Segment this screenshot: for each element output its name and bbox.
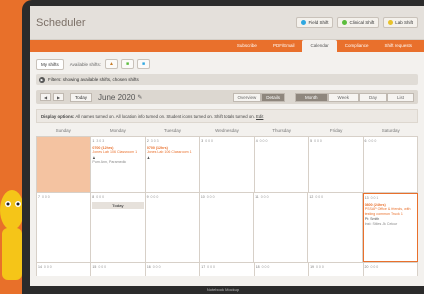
day-cell[interactable]: 18 0 0 0 (254, 263, 310, 276)
day-cell[interactable]: 20 0 0 0 (363, 263, 418, 276)
dow-label: Saturday (381, 128, 400, 133)
day-cell[interactable]: 14 0 0 0 (36, 263, 92, 276)
day-cell[interactable]: 11 0 0 0 (254, 193, 309, 262)
view-mode-toggle: Overview Details (232, 92, 286, 102)
available-shifts-label: Available shifts: (69, 61, 101, 67)
shift-card[interactable]: 0700 (12hrs) Jones Lab 106 Classroom 1 ♟ (147, 146, 198, 160)
days-of-week: Sunday Monday Tuesday Wednesday Thursday… (36, 126, 418, 136)
list-button[interactable]: List (386, 92, 414, 102)
laptop-label: Notebook Mockup (206, 287, 240, 292)
dow-label: Wednesday (215, 128, 239, 133)
plus-icon (388, 20, 394, 25)
week-button[interactable]: Week (327, 92, 359, 102)
day-cell[interactable]: 13 0 0 1 0800 (24hrs) PSSAP Office & frie… (362, 193, 418, 262)
edit-link[interactable]: Edit (256, 114, 263, 119)
prev-arrow-icon[interactable]: ◀ (40, 93, 51, 101)
calendar-nav: ◀ ▶ Today June 2020 ✎ Overview Details M… (36, 90, 418, 104)
lab-shift-button[interactable]: Lab Shift (383, 17, 418, 28)
main-nav: Subscribe PDF/Email Calendar Compliance … (30, 40, 424, 52)
today-marker: Today (92, 202, 144, 209)
day-cell[interactable]: 16 0 0 0 (145, 263, 201, 276)
day-cell[interactable]: 30 0 0 (200, 137, 255, 192)
day-cell[interactable]: 17 0 0 0 (200, 263, 255, 276)
clinical-shift-button[interactable]: Clinical Shift (337, 17, 380, 28)
app-title: Scheduler (36, 16, 86, 29)
overview-button[interactable]: Overview (232, 92, 262, 102)
shift-card[interactable]: 0800 (24hrs) PSSAP Office & friends, wit… (365, 203, 416, 226)
clinical-filter-icon[interactable]: ■ (120, 59, 134, 69)
filter-text: Filters: showing available shifts, chose… (48, 77, 139, 82)
day-cell[interactable]: 12 0 0 0 (308, 193, 363, 262)
shifts-bar: My shifts Available shifts: ▲ ■ ■ (30, 56, 424, 72)
day-cell[interactable]: 23 0 3 0700 (12hrs) Jones Lab 106 Classr… (145, 137, 201, 192)
dow-label: Tuesday (163, 128, 181, 133)
lab-filter-icon[interactable]: ■ (136, 59, 150, 69)
day-cell[interactable]: 13 0 3 0700 (12hrs) Jones Lab 106 Classr… (91, 137, 146, 192)
day-cell[interactable]: 10 0 0 0 (199, 193, 255, 262)
nav-shift-requests[interactable]: Shift requests (376, 40, 420, 52)
pencil-icon[interactable]: ✎ (137, 94, 142, 101)
day-button[interactable]: Day (358, 92, 387, 102)
shift-card[interactable]: 0700 (12hrs) Jones Lab 106 Classroom 1 ♟… (92, 146, 143, 165)
details-button[interactable]: Details (261, 92, 286, 102)
app-screen: Scheduler Field Shift Clinical Shift Lab… (30, 6, 424, 286)
calendar-grid: Sunday Monday Tuesday Wednesday Thursday… (36, 126, 418, 276)
field-filter-icon[interactable]: ▲ (104, 59, 118, 69)
filter-bar[interactable]: ▶ Filters: showing available shifts, cho… (36, 74, 418, 85)
field-shift-button[interactable]: Field Shift (296, 17, 334, 28)
nav-subscribe[interactable]: Subscribe (229, 40, 265, 52)
student-icon: ♟ (146, 155, 151, 160)
plus-icon (301, 20, 307, 25)
month-button[interactable]: Month (295, 92, 328, 102)
display-options-text: All names turned on. All location info t… (75, 113, 255, 119)
month-title: June 2020 (98, 92, 136, 102)
titlebar: Scheduler Field Shift Clinical Shift Lab… (30, 6, 424, 40)
range-toggle: Month Week Day List (295, 92, 414, 102)
dow-label: Thursday (272, 128, 291, 133)
day-cell[interactable]: 90 0 0 (145, 193, 200, 262)
week-row: 13 0 3 0700 (12hrs) Jones Lab 106 Classr… (36, 136, 418, 192)
day-cell[interactable]: 40 0 0 (254, 137, 310, 192)
display-options-label: Display options: (41, 113, 75, 119)
today-button[interactable]: Today (70, 92, 93, 102)
nav-compliance[interactable]: Compliance (337, 40, 377, 52)
dow-label: Friday (329, 128, 343, 133)
day-cell[interactable]: 70 0 0 (36, 193, 92, 262)
nav-calendar[interactable]: Calendar (302, 40, 337, 52)
dow-label: Sunday (55, 128, 71, 133)
display-options: Display options: All names turned on. Al… (36, 109, 418, 123)
day-cell[interactable]: 50 0 0 (309, 137, 364, 192)
nav-pdf-email[interactable]: PDF/Email (265, 40, 303, 52)
week-row: 14 0 0 0 15 0 0 0 16 0 0 0 17 0 0 0 18 0 0 0 … (36, 262, 418, 276)
dow-label: Monday (109, 128, 126, 133)
week-row: 70 0 0 80 0 0 Today 90 0 0 10 0 0 0 11 0 0… (36, 192, 418, 262)
day-cell[interactable]: 80 0 0 Today (91, 193, 146, 262)
day-cell[interactable]: 15 0 0 0 (91, 263, 146, 276)
play-icon: ▶ (39, 76, 45, 83)
day-cell[interactable]: 19 0 0 0 (309, 263, 364, 276)
plus-icon (342, 20, 348, 25)
next-arrow-icon[interactable]: ▶ (53, 93, 64, 101)
my-shifts-button[interactable]: My shifts (36, 58, 64, 70)
day-cell[interactable] (36, 137, 92, 192)
day-cell[interactable]: 60 0 0 (363, 137, 418, 192)
